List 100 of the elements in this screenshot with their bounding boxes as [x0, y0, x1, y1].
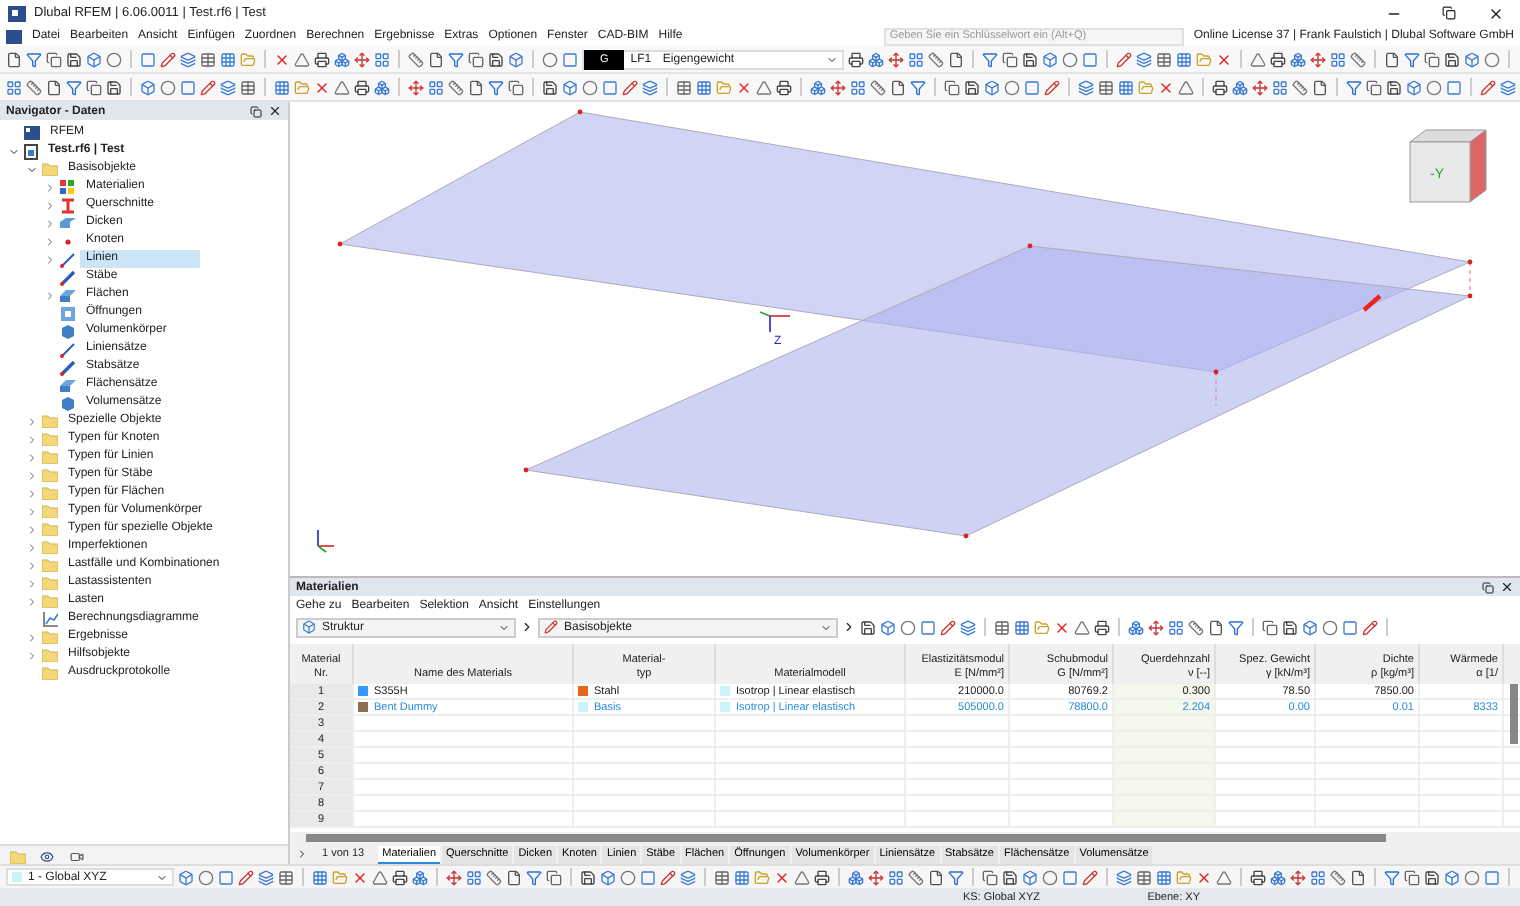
chevron-right-icon[interactable]: [25, 631, 37, 643]
folder-icon[interactable]: [716, 79, 732, 95]
square-icon[interactable]: [1082, 51, 1098, 67]
pencil-icon[interactable]: [622, 79, 638, 95]
pencil-icon[interactable]: [238, 869, 254, 885]
chevron-down-icon[interactable]: [25, 163, 37, 175]
cube-icon[interactable]: [1464, 51, 1480, 67]
file-icon[interactable]: [46, 79, 62, 95]
ruler-icon[interactable]: [908, 869, 924, 885]
filter-icon[interactable]: [1404, 51, 1420, 67]
cube-icon[interactable]: [178, 869, 194, 885]
ruler-icon[interactable]: [1350, 51, 1366, 67]
cube-icon[interactable]: [600, 869, 616, 885]
chevron-right-icon[interactable]: [25, 559, 37, 571]
copy-icon[interactable]: [1366, 79, 1382, 95]
node-point[interactable]: [963, 533, 969, 539]
square-icon[interactable]: [602, 79, 618, 95]
chevron-right-icon[interactable]: [25, 415, 37, 427]
table-icon[interactable]: [200, 51, 216, 67]
close-icon[interactable]: [1488, 5, 1504, 21]
chevron-right-icon[interactable]: [25, 523, 37, 535]
circle-icon[interactable]: [1042, 869, 1058, 885]
node-point[interactable]: [1467, 259, 1473, 265]
node-point[interactable]: [1467, 293, 1473, 299]
chevron-right-icon[interactable]: [25, 487, 37, 499]
cross-icon[interactable]: [774, 869, 790, 885]
grid-icon[interactable]: [220, 51, 236, 67]
eye-icon[interactable]: [40, 849, 54, 863]
table-icon[interactable]: [994, 619, 1010, 635]
chevron-right-icon[interactable]: [43, 217, 55, 229]
printer-icon[interactable]: [776, 79, 792, 95]
cube-icon[interactable]: [1022, 869, 1038, 885]
grid-icon[interactable]: [1118, 79, 1134, 95]
grid-icon[interactable]: [1014, 619, 1030, 635]
grid-icon[interactable]: [908, 51, 924, 67]
folder-icon[interactable]: [332, 869, 348, 885]
cubes-icon[interactable]: [1128, 619, 1144, 635]
circle-icon[interactable]: [1004, 79, 1020, 95]
filter-icon[interactable]: [982, 51, 998, 67]
chevron-right-icon[interactable]: [43, 199, 55, 211]
copy-icon[interactable]: [982, 869, 998, 885]
copy-icon[interactable]: [46, 51, 62, 67]
cube-icon[interactable]: [1444, 869, 1460, 885]
folder-icon[interactable]: [1176, 869, 1192, 885]
cube-icon[interactable]: [984, 79, 1000, 95]
printer-icon[interactable]: [1094, 619, 1110, 635]
selected-line[interactable]: [1362, 294, 1382, 312]
grid-icon[interactable]: [374, 51, 390, 67]
folder-icon[interactable]: [1034, 619, 1050, 635]
move-icon[interactable]: [408, 79, 424, 95]
copy-icon[interactable]: [1002, 51, 1018, 67]
file-icon[interactable]: [6, 51, 22, 67]
grid-icon[interactable]: [6, 79, 22, 95]
file-icon[interactable]: [1208, 619, 1224, 635]
square-icon[interactable]: [920, 619, 936, 635]
filter-icon[interactable]: [26, 51, 42, 67]
file-icon[interactable]: [890, 79, 906, 95]
move-icon[interactable]: [1290, 869, 1306, 885]
copy-icon[interactable]: [468, 51, 484, 67]
grid-icon[interactable]: [274, 79, 290, 95]
table-icon[interactable]: [278, 869, 294, 885]
save-icon[interactable]: [1282, 619, 1298, 635]
filter-icon[interactable]: [910, 79, 926, 95]
circle-icon[interactable]: [900, 619, 916, 635]
copy-icon[interactable]: [1404, 869, 1420, 885]
restore-icon[interactable]: [1442, 6, 1456, 20]
pencil-icon[interactable]: [200, 79, 216, 95]
cross-icon[interactable]: [1054, 619, 1070, 635]
layers-icon[interactable]: [1116, 869, 1132, 885]
cross-icon[interactable]: [736, 79, 752, 95]
move-icon[interactable]: [354, 51, 370, 67]
ruler-icon[interactable]: [448, 79, 464, 95]
square-icon[interactable]: [180, 79, 196, 95]
copy-icon[interactable]: [944, 79, 960, 95]
circle-icon[interactable]: [1464, 869, 1480, 885]
layers-icon[interactable]: [1078, 79, 1094, 95]
circle-icon[interactable]: [198, 869, 214, 885]
table-icon[interactable]: [240, 79, 256, 95]
cubes-icon[interactable]: [1232, 79, 1248, 95]
chevron-right-icon[interactable]: [25, 577, 37, 589]
node-point[interactable]: [523, 467, 529, 473]
next-icon[interactable]: [842, 620, 856, 634]
chevron-right-icon[interactable]: [43, 289, 55, 301]
save-icon[interactable]: [106, 79, 122, 95]
scrollbar-thumb[interactable]: [1510, 684, 1518, 744]
cube-icon[interactable]: [86, 51, 102, 67]
chevron-right-icon[interactable]: [25, 649, 37, 661]
cubes-icon[interactable]: [1290, 51, 1306, 67]
folder-icon[interactable]: [240, 51, 256, 67]
pencil-icon[interactable]: [1480, 79, 1496, 95]
triangle-icon[interactable]: [1178, 79, 1194, 95]
cubes-icon[interactable]: [810, 79, 826, 95]
layers-icon[interactable]: [258, 869, 274, 885]
circle-icon[interactable]: [1484, 51, 1500, 67]
grid-icon[interactable]: [1330, 51, 1346, 67]
cross-icon[interactable]: [352, 869, 368, 885]
layers-icon[interactable]: [1500, 79, 1516, 95]
cube-icon[interactable]: [1406, 79, 1422, 95]
save-icon[interactable]: [1022, 51, 1038, 67]
layers-icon[interactable]: [220, 79, 236, 95]
